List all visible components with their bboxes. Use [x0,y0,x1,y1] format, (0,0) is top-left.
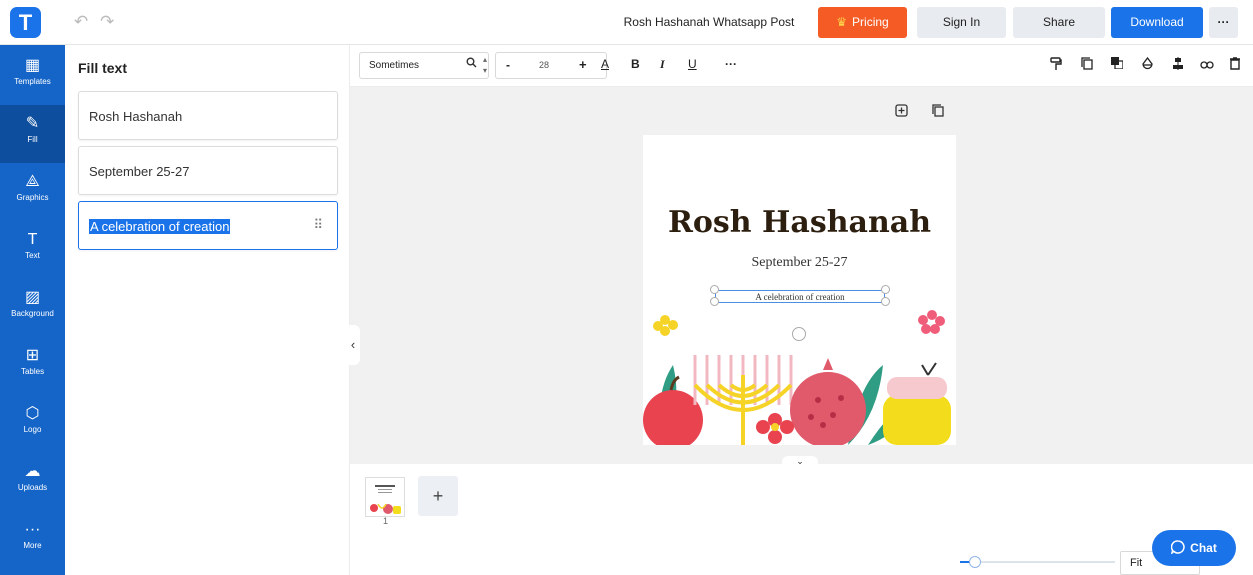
italic-button[interactable]: I [660,57,665,72]
sidebar-item-graphics[interactable]: ⟁ Graphics [0,163,65,221]
align-icon[interactable] [1172,57,1184,73]
sidebar-item-label: Logo [23,425,42,434]
font-family-select[interactable]: Sometimes ▴ ▾ [359,52,489,79]
layer-order-icon[interactable] [1111,57,1124,72]
more-options-button[interactable]: ··· [1209,7,1238,38]
fill-text-panel: Fill text Rosh Hashanah September 25-27 … [65,45,350,575]
sidebar-item-logo[interactable]: ⬡ Logo [0,395,65,453]
font-name: Sometimes [369,60,420,71]
share-button[interactable]: Share [1013,7,1105,38]
cloud-upload-icon: ☁ [24,463,41,480]
more-text-options-button[interactable]: ··· [725,57,737,71]
sidebar-item-text[interactable]: T Text [0,221,65,279]
collapse-panel-button[interactable]: ‹ [346,325,360,365]
redo-icon[interactable]: ↷ [100,12,114,32]
table-icon: ⊞ [25,347,40,364]
delete-icon[interactable] [1230,57,1240,73]
fill-field-date[interactable]: September 25-27 [78,146,338,195]
sidebar-item-label: Text [25,251,40,260]
pages-strip: 1 + Fit [350,464,1253,575]
fill-field-value: A celebration of creation [89,219,231,234]
sidebar-item-more[interactable]: ··· More [0,511,65,569]
sidebar-item-fill[interactable]: ✎ Fill [0,105,65,163]
drag-handle-icon[interactable]: ⠿ [313,217,323,233]
search-icon[interactable] [466,53,477,78]
holiday-illustration [643,310,951,445]
fill-field-tagline[interactable]: A celebration of creation ⠿ [78,201,338,250]
add-page-button[interactable]: + [418,476,458,516]
sidebar: ▦ Templates ✎ Fill ⟁ Graphics T Text ▨ B… [0,45,65,575]
text-color-icon[interactable]: A [601,57,609,71]
resize-handle[interactable] [881,285,890,294]
pencil-icon: ✎ [25,115,40,132]
panel-title: Fill text [78,60,128,76]
opacity-icon[interactable] [1142,56,1153,73]
app-logo[interactable]: T [10,7,41,38]
zoom-slider[interactable] [960,556,1115,568]
page-thumbnail[interactable] [365,477,405,517]
sidebar-item-label: Graphics [16,193,49,202]
sign-in-button[interactable]: Sign In [917,7,1006,38]
underline-button[interactable]: U [688,57,697,71]
sidebar-item-templates[interactable]: ▦ Templates [0,47,65,105]
templates-icon: ▦ [24,57,41,74]
artboard-title-text[interactable]: Rosh Hashanah [643,205,956,240]
duplicate-icon[interactable] [1081,57,1093,73]
fill-field-value: Rosh Hashanah [89,109,183,124]
chat-bubble-icon [1170,540,1185,556]
page-number: 1 [383,516,389,526]
sidebar-item-label: More [23,541,42,550]
chat-button[interactable]: Chat [1152,530,1236,566]
pricing-label: Pricing [852,15,889,29]
undo-icon[interactable]: ↶ [74,12,88,32]
text-icon: T [27,231,38,248]
font-size-control: - 28 + [495,52,607,79]
add-element-icon[interactable] [895,104,908,120]
resize-handle[interactable] [710,285,719,294]
sidebar-item-uploads[interactable]: ☁ Uploads [0,453,65,511]
canvas-area: ‹ Rosh Hashanah September 25-27 A celebr… [346,87,1253,466]
background-icon: ▨ [24,289,41,306]
copy-page-icon[interactable] [932,104,944,120]
sidebar-item-label: Fill [27,135,38,144]
format-painter-icon[interactable] [1050,57,1062,74]
font-stepper-icon[interactable]: ▴ ▾ [483,54,487,76]
sidebar-item-label: Uploads [17,483,48,492]
sidebar-item-label: Background [11,309,54,318]
artboard-date-text[interactable]: September 25-27 [643,255,956,271]
document-title[interactable]: Rosh Hashanah Whatsapp Post [614,15,804,29]
zoom-slider-handle[interactable] [969,556,982,568]
shapes-icon: ⟁ [25,173,40,190]
top-bar: T ↶ ↷ Rosh Hashanah Whatsapp Post ♛ Prici… [0,0,1253,45]
link-icon[interactable] [1200,57,1214,72]
sidebar-item-label: Tables [20,367,45,376]
ellipsis-icon: ··· [24,521,41,538]
bold-button[interactable]: B [631,57,640,71]
sidebar-item-background[interactable]: ▨ Background [0,279,65,337]
fill-field-value: September 25-27 [89,164,190,179]
increase-size-button[interactable]: + [579,57,587,72]
decrease-size-button[interactable]: - [506,58,510,72]
download-button[interactable]: Download [1111,7,1203,38]
pricing-button[interactable]: ♛ Pricing [818,7,907,38]
sidebar-item-label: Templates [14,77,51,86]
crown-icon: ♛ [836,15,848,29]
fill-field-title[interactable]: Rosh Hashanah [78,91,338,140]
chat-label: Chat [1190,541,1217,555]
sidebar-item-tables[interactable]: ⊞ Tables [0,337,65,395]
text-toolbar: Sometimes ▴ ▾ - 28 + A B I U ··· [350,45,1253,87]
design-artboard[interactable]: Rosh Hashanah September 25-27 A celebrat… [643,135,956,445]
font-size-value[interactable]: 28 [539,60,549,70]
logo-icon: ⬡ [25,405,40,422]
